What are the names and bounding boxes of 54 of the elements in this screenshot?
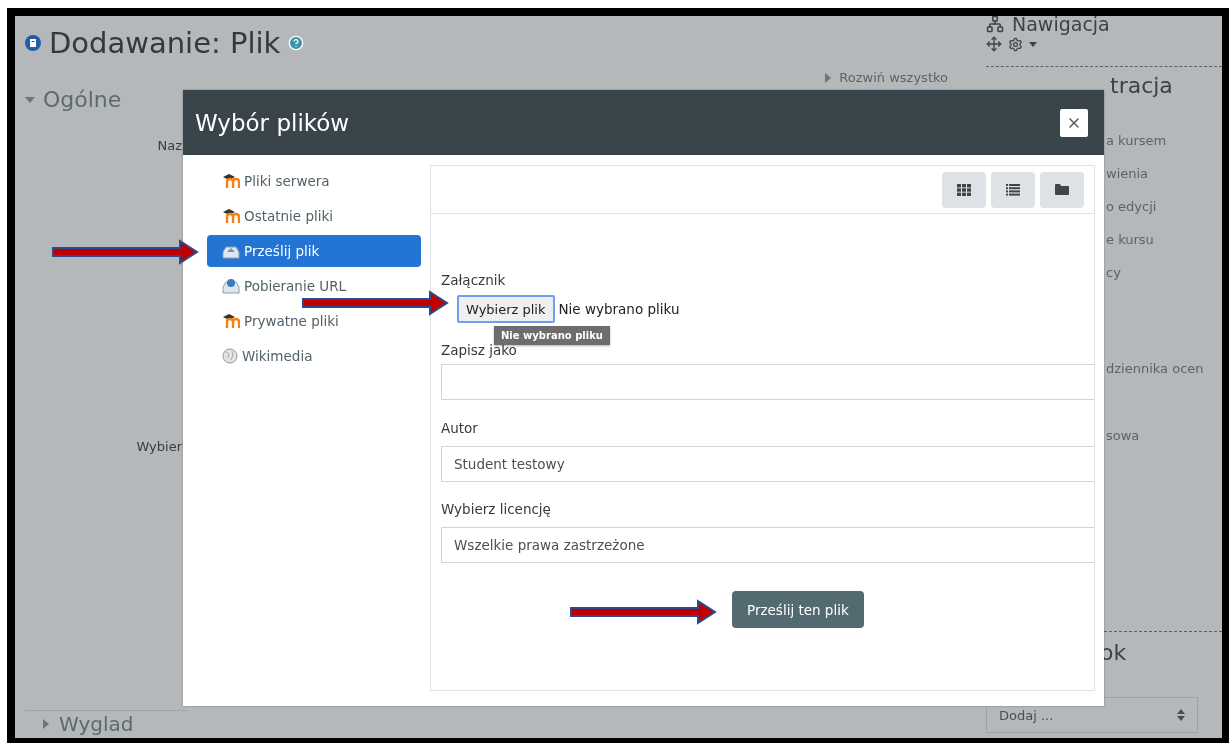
field-label: Wybierz licencję	[441, 500, 552, 519]
caret-icon[interactable]	[1029, 41, 1037, 47]
tooltip: Nie wybrano pliku	[494, 326, 610, 345]
icon-view-button[interactable]	[942, 171, 986, 208]
input-field[interactable]: Student testowy	[441, 446, 1094, 482]
repository-item[interactable]: Prześlij plik	[207, 235, 421, 267]
move-icon[interactable]	[986, 36, 1002, 52]
admin-link[interactable]: o edycji	[1106, 198, 1222, 216]
list-view-button[interactable]	[991, 171, 1035, 208]
inbox-tray-icon	[222, 278, 240, 294]
sitemap-icon	[986, 16, 1004, 33]
list-icon	[1006, 183, 1020, 196]
inbox-tray-icon	[222, 243, 240, 259]
repository-item[interactable]: Prywatne pliki	[207, 305, 421, 337]
graduation-cap-icon	[222, 209, 240, 223]
caret-icon	[25, 94, 35, 105]
admin-link[interactable]: dziennika ocen	[1106, 360, 1222, 378]
input-field[interactable]	[441, 364, 1094, 400]
section-title[interactable]: Ogólne	[43, 87, 122, 112]
admin-link[interactable]: cy	[1106, 264, 1222, 282]
expand-all-link[interactable]: Rozwiń wszystko	[823, 70, 948, 85]
settings-icon[interactable]	[1008, 36, 1023, 52]
admin-link[interactable]: e kursu	[1106, 231, 1222, 249]
field-label: Wybier	[135, 439, 182, 454]
admin-link[interactable]: sowa	[1106, 427, 1222, 445]
page-title: Dodawanie: Plik	[49, 26, 281, 60]
graduation-cap-icon	[222, 174, 240, 188]
globe-icon	[222, 348, 238, 364]
help-icon[interactable]	[288, 35, 305, 51]
grid-icon	[957, 183, 971, 196]
graduation-cap-icon	[222, 314, 240, 328]
folder-icon	[1055, 184, 1069, 195]
choose-file-button[interactable]: Wybierz plik	[457, 295, 555, 323]
field-label: Autor	[441, 419, 479, 438]
block-title: tracja	[1110, 73, 1174, 98]
document-icon	[25, 35, 41, 51]
caret-icon	[41, 719, 51, 729]
section-title[interactable]: Wyglad	[59, 712, 134, 736]
admin-link[interactable]: a kursem	[1106, 132, 1222, 150]
repository-item[interactable]: Ostatnie pliki	[207, 200, 421, 232]
license-select[interactable]: Wszelkie prawa zastrzeżone	[441, 527, 1094, 563]
block-title: Nawigacja	[1012, 16, 1110, 34]
field-label: Naz	[156, 138, 182, 153]
repository-item[interactable]: Pobieranie URL	[207, 270, 421, 302]
repository-item[interactable]: Wikimedia	[207, 340, 421, 372]
upload-button[interactable]: Prześlij ten plik	[732, 591, 864, 628]
repository-item[interactable]: Pliki serwera	[207, 165, 421, 197]
file-status: Nie wybrano pliku	[558, 301, 680, 317]
dialog-title: Wybór plików	[195, 109, 350, 136]
field-label: Załącznik	[441, 271, 507, 290]
close-button[interactable]	[1060, 108, 1088, 137]
tree-view-button[interactable]	[1040, 171, 1084, 208]
sort-icon	[1177, 709, 1185, 721]
admin-link[interactable]: wienia	[1106, 165, 1222, 183]
